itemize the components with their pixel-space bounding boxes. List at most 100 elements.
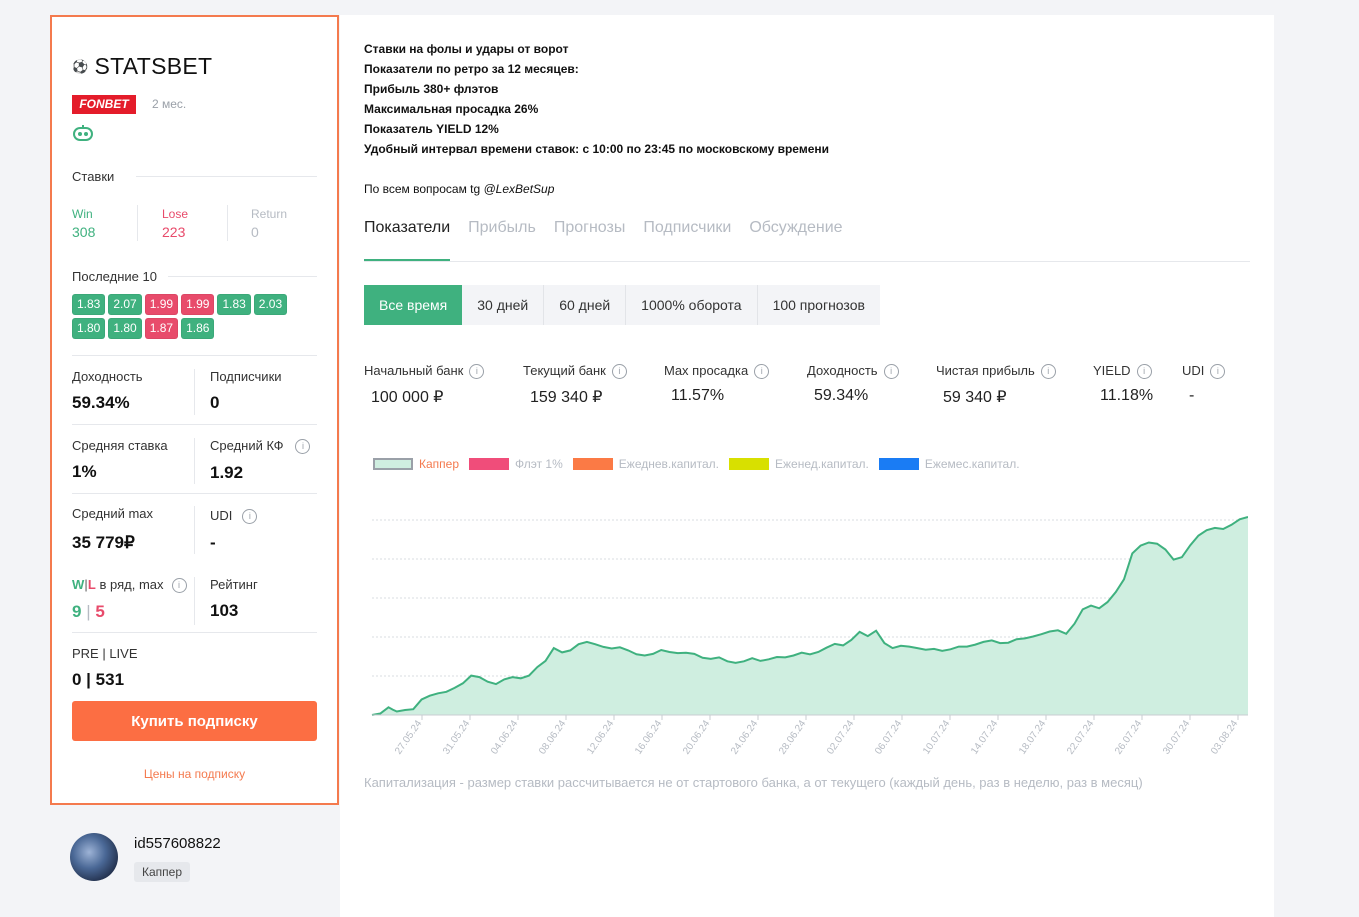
description-line: Прибыль 380+ флэтов: [364, 82, 499, 96]
metric-net-profit: Чистая прибыль i 59 340 ₽: [936, 363, 1056, 407]
x-tick-label: 03.08.24: [1209, 718, 1241, 757]
metric-value: 11.57%: [671, 387, 725, 405]
metric-value: 100 000 ₽: [371, 389, 444, 407]
x-tick-label: 24.06.24: [729, 718, 761, 757]
description-line: Показатели по ретро за 12 месяцев:: [364, 62, 579, 76]
x-tick-label: 26.07.24: [1113, 718, 1145, 757]
last10-chip-lose: 1.99: [181, 294, 215, 315]
tabs: Показатели Прибыль Прогнозы Подписчики О…: [364, 219, 1250, 262]
user-id[interactable]: id557608822: [134, 835, 221, 852]
legend-item[interactable]: Еженед.капитал.: [729, 457, 869, 471]
info-icon[interactable]: i: [1136, 364, 1152, 380]
x-tick-label: 22.07.24: [1065, 718, 1097, 757]
return-stat: Return 0: [251, 207, 287, 240]
rating-label: Рейтинг: [210, 577, 258, 592]
info-icon[interactable]: i: [611, 364, 627, 380]
divider: [136, 176, 317, 177]
last10-chip-win: 1.86: [181, 318, 215, 339]
avg-stake-value: 1%: [72, 462, 97, 481]
udi-value: -: [210, 533, 216, 553]
tab-profit[interactable]: Прибыль: [468, 219, 536, 261]
info-icon[interactable]: i: [469, 364, 485, 380]
metric-current-bank: Текущий банк i 159 340 ₽: [523, 363, 627, 407]
divider: [72, 424, 317, 425]
robot-icon: [73, 125, 93, 141]
avg-max-value: 35 779₽: [72, 533, 135, 552]
subscription-prices-link[interactable]: Цены на подписку: [52, 767, 337, 781]
last10-list: 1.83 2.07 1.99 1.99 1.83 2.03 1.80 1.80 1.87 1.86: [72, 294, 302, 339]
udi-stat: UDI i -: [210, 508, 258, 553]
info-icon[interactable]: i: [242, 509, 258, 525]
tab-indicators[interactable]: Показатели: [364, 219, 451, 261]
legend-swatch: [878, 458, 919, 470]
legend-label: Ежемес.капитал.: [924, 457, 1020, 471]
udi-label: UDI: [210, 508, 233, 523]
info-icon[interactable]: i: [295, 439, 311, 455]
period-100-forecasts[interactable]: 100 прогнозов: [758, 285, 880, 325]
tab-forecasts[interactable]: Прогнозы: [554, 219, 626, 261]
legend-swatch: [729, 458, 769, 470]
contact-handle[interactable]: @LexBetSup: [484, 182, 555, 196]
yield-value: 59.34%: [72, 393, 130, 412]
legend-item[interactable]: Флэт 1%: [469, 457, 563, 471]
tab-discussion[interactable]: Обсуждение: [749, 219, 842, 261]
avg-stake-stat: Средняя ставка 1%: [72, 438, 168, 482]
buy-subscription-button[interactable]: Купить подписку: [72, 701, 317, 741]
legend-label: Ежеднев.капитал.: [618, 457, 719, 471]
description-line: Показатель YIELD 12%: [364, 122, 499, 136]
info-icon[interactable]: i: [754, 364, 770, 380]
x-tick-label: 18.07.24: [1017, 718, 1049, 757]
return-value: 0: [251, 224, 259, 240]
divider: [194, 438, 195, 484]
last10-chip-lose: 1.87: [144, 318, 179, 339]
metric-label: Текущий банк: [523, 363, 606, 378]
yield-label: Доходность: [72, 369, 143, 384]
divider: [72, 493, 317, 494]
prelive-value: 0 | 531: [72, 670, 125, 689]
last10-chip-win: 2.07: [108, 294, 142, 315]
x-tick-label: 08.06.24: [537, 718, 569, 757]
streak-l: L: [87, 577, 96, 592]
info-icon[interactable]: i: [883, 364, 899, 380]
return-label: Return: [251, 207, 288, 221]
avatar[interactable]: [70, 833, 118, 881]
info-icon[interactable]: i: [171, 578, 187, 594]
divider: [137, 205, 138, 241]
avg-kf-value: 1.92: [210, 463, 244, 483]
win-value: 308: [72, 224, 96, 240]
x-tick-label: 02.07.24: [825, 718, 857, 757]
lose-value: 223: [162, 224, 186, 240]
avg-kf-stat: Средний КФ i 1.92: [210, 438, 311, 483]
tab-subscribers[interactable]: Подписчики: [643, 219, 731, 261]
streak-w: W: [72, 577, 85, 592]
streak-value-sep: |: [86, 602, 91, 622]
info-icon[interactable]: i: [1040, 364, 1056, 380]
subscribers-stat: Подписчики 0: [210, 369, 282, 413]
description: Ставки на фолы и удары от ворот Показате…: [364, 39, 829, 199]
x-tick-label: 12.06.24: [585, 718, 617, 757]
avg-stake-label: Средняя ставка: [72, 438, 168, 453]
yield-stat: Доходность 59.34%: [72, 369, 143, 413]
divider: [168, 276, 317, 277]
period-all-time[interactable]: Все время: [364, 285, 463, 325]
info-icon[interactable]: i: [1210, 364, 1226, 380]
legend-item[interactable]: Ежеднев.капитал.: [572, 457, 719, 471]
avg-max-label: Средний max: [72, 506, 154, 521]
capper-series-area: [372, 517, 1248, 715]
metric-label: YIELD: [1093, 363, 1131, 378]
legend-item[interactable]: Каппер: [373, 457, 459, 471]
metric-label: Max просадка: [664, 363, 749, 378]
metric-label: Доходность: [807, 363, 878, 378]
period-1000-turnover[interactable]: 1000% оборота: [626, 285, 758, 325]
streak-label-text: в ряд, max: [99, 577, 164, 592]
chart-note: Капитализация - размер ставки рассчитыва…: [364, 775, 1143, 790]
lose-stat: Lose 223: [162, 207, 188, 240]
legend-item[interactable]: Ежемес.капитал.: [878, 457, 1020, 471]
period-60-days[interactable]: 60 дней: [544, 285, 627, 325]
legend-swatch: [572, 458, 613, 470]
main-panel: Ставки на фолы и удары от ворот Показате…: [340, 15, 1274, 917]
streak-lose: 5: [95, 602, 105, 622]
user-block: id557608822 Каппер: [50, 805, 339, 917]
metric-label: Чистая прибыль: [936, 363, 1035, 378]
period-30-days[interactable]: 30 дней: [462, 285, 545, 325]
